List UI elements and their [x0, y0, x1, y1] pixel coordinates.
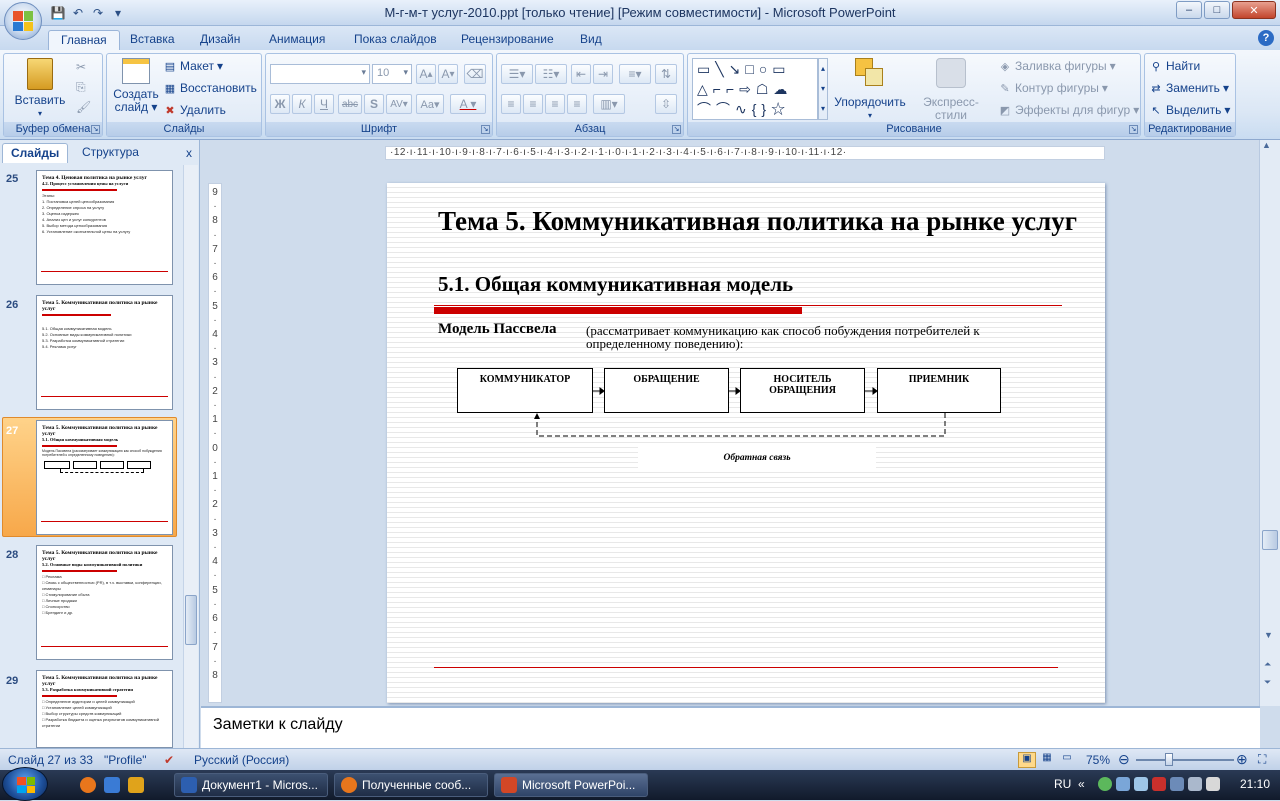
- word-icon[interactable]: [104, 777, 120, 793]
- network-tray-icon[interactable]: [1098, 777, 1112, 791]
- fit-to-window-icon[interactable]: ⛶: [1258, 752, 1266, 767]
- office-logo-icon: [13, 11, 33, 31]
- wifi-tray-icon[interactable]: [1134, 777, 1148, 791]
- arrow-2-head: [735, 387, 741, 395]
- editor-scroll-thumb[interactable]: [1262, 530, 1278, 550]
- windows-logo-icon: [17, 777, 35, 793]
- firefox-icon[interactable]: [80, 777, 96, 793]
- view-buttons: ▣ ▦ ▭: [1018, 752, 1076, 768]
- input-language[interactable]: RU: [1054, 777, 1071, 791]
- system-tray-icons: [1098, 777, 1220, 791]
- taskbar-item-powerpoint[interactable]: Microsoft PowerPoi...: [494, 773, 648, 797]
- prev-slide-icon[interactable]: ⏶: [1264, 659, 1271, 670]
- feedback-arrow-head: [534, 413, 540, 419]
- diagram-connectors: [534, 387, 946, 437]
- tray-expand-icon[interactable]: «: [1078, 777, 1085, 791]
- battery-tray-icon[interactable]: [1188, 777, 1202, 791]
- taskbar-item-mail[interactable]: Полученные сооб...: [334, 773, 488, 797]
- scroll-up-icon[interactable]: ▲: [1262, 140, 1271, 150]
- zoom-out-icon[interactable]: ⊖: [1118, 751, 1130, 768]
- next-slide-icon[interactable]: ⏷: [1264, 677, 1271, 688]
- bluetooth-tray-icon[interactable]: [1116, 777, 1130, 791]
- start-button[interactable]: [2, 767, 48, 801]
- office-button[interactable]: [4, 2, 42, 40]
- language-indicator[interactable]: Русский (Россия): [194, 753, 289, 767]
- arrow-1-head: [599, 387, 605, 395]
- clock[interactable]: 21:10: [1240, 777, 1270, 791]
- taskbar-item-word[interactable]: Документ1 - Micros...: [174, 773, 328, 797]
- slide-bottom-line: [434, 667, 1058, 668]
- slide-sorter-icon[interactable]: ▦: [1038, 752, 1056, 768]
- word-doc-icon: [181, 777, 197, 793]
- media-player-icon[interactable]: [128, 777, 144, 793]
- slide-counter: Слайд 27 из 33: [8, 753, 93, 767]
- notes-pane[interactable]: Заметки к слайду: [201, 706, 1260, 748]
- editor-scrollbar[interactable]: ▲ ▼ ⏶ ⏷: [1259, 140, 1280, 706]
- powerpoint-icon: [501, 777, 517, 793]
- arrow-3-head: [872, 387, 878, 395]
- slideshow-view-icon[interactable]: ▭: [1058, 752, 1076, 768]
- display-tray-icon[interactable]: [1170, 777, 1184, 791]
- theme-name: "Profile": [104, 753, 147, 767]
- antivirus-tray-icon[interactable]: [1152, 777, 1166, 791]
- zoom-slider-thumb[interactable]: [1165, 753, 1173, 766]
- status-bar: Слайд 27 из 33 "Profile" ✔ Русский (Росс…: [0, 748, 1280, 770]
- feedback-label[interactable]: Обратная связь: [638, 446, 876, 470]
- zoom-slider[interactable]: [1136, 759, 1234, 761]
- normal-view-icon[interactable]: ▣: [1018, 752, 1036, 768]
- spellcheck-icon[interactable]: ✔: [164, 753, 174, 767]
- zoom-in-icon[interactable]: ⊕: [1236, 751, 1248, 768]
- volume-tray-icon[interactable]: [1206, 777, 1220, 791]
- mail-icon: [341, 777, 357, 793]
- quick-launch: [80, 777, 144, 793]
- windows-taskbar: Документ1 - Micros... Полученные сооб...…: [0, 767, 1280, 801]
- zoom-level[interactable]: 75%: [1086, 753, 1110, 767]
- feedback-loop: [536, 413, 946, 437]
- scroll-down-icon[interactable]: ▼: [1264, 630, 1273, 640]
